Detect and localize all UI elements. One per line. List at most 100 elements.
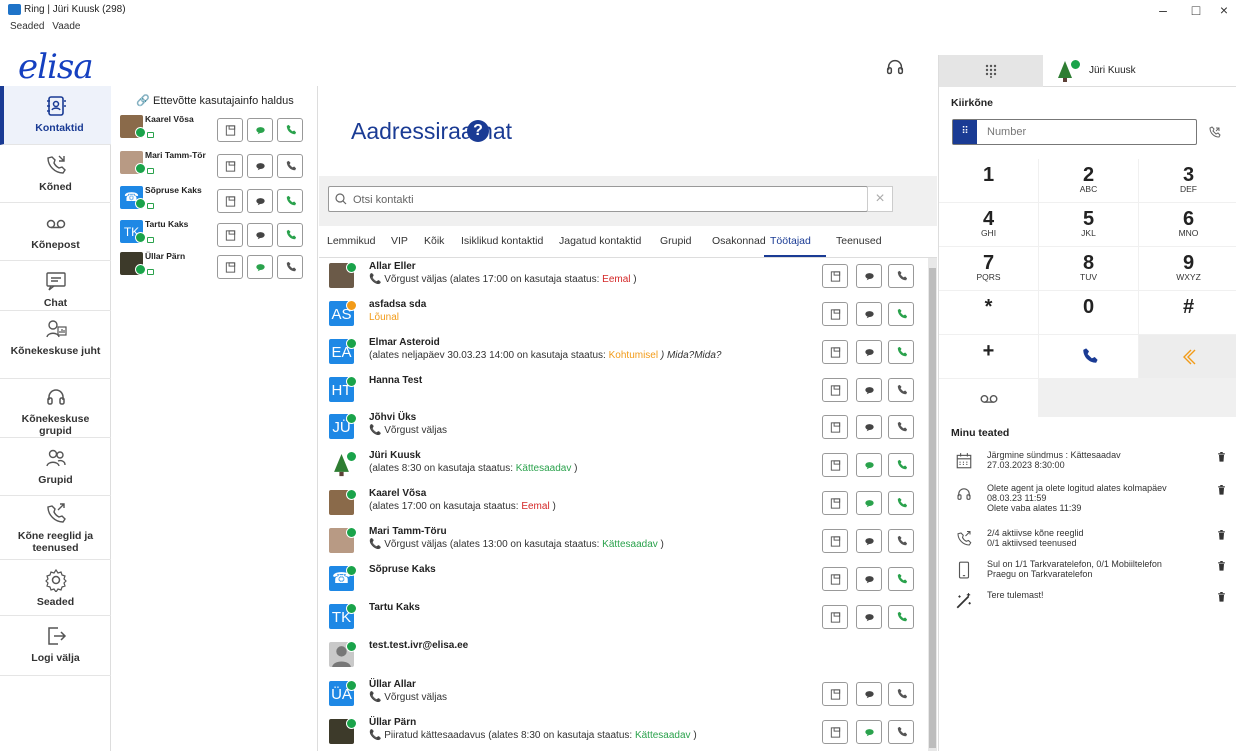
favorite-item[interactable]: Kaarel Võsa xyxy=(120,114,310,147)
call-button[interactable] xyxy=(277,154,303,178)
key-8[interactable]: 9 WXYZ xyxy=(1139,247,1236,290)
favorite-item[interactable]: Mari Tamm-Tör xyxy=(120,150,310,183)
contact-row[interactable]: ☎ Sõpruse Kaks xyxy=(319,561,929,598)
contact-row[interactable]: test.test.ivr@elisa.ee xyxy=(319,637,929,674)
trash-icon[interactable] xyxy=(1217,561,1226,571)
chat-button[interactable] xyxy=(856,453,882,477)
contact-row[interactable]: HT Hanna Test xyxy=(319,372,929,409)
clear-search-button[interactable]: × xyxy=(867,186,893,212)
favorite-item[interactable]: Üllar Pärn xyxy=(120,251,310,284)
favorite-item[interactable]: TK Tartu Kaks xyxy=(120,219,310,252)
chat-button[interactable] xyxy=(856,720,882,744)
scrollbar-thumb[interactable] xyxy=(929,268,936,748)
call-button[interactable] xyxy=(888,378,914,402)
key-3[interactable]: 4 GHI xyxy=(939,203,1038,246)
sidebar-item-3[interactable]: Chat xyxy=(0,261,111,311)
key-6[interactable]: 7 PQRS xyxy=(939,247,1038,290)
menu-settings[interactable]: Seaded xyxy=(10,21,44,32)
contact-row[interactable]: Üllar Pärn 📞 Piiratud kättesaadavus (ala… xyxy=(319,714,929,751)
device-button[interactable] xyxy=(822,453,848,477)
voicemail-button[interactable] xyxy=(939,379,1038,417)
chat-button[interactable] xyxy=(247,189,273,213)
tab-2[interactable]: Kõik xyxy=(424,235,444,247)
contact-row[interactable]: TK Tartu Kaks xyxy=(319,599,929,636)
device-button[interactable] xyxy=(822,264,848,288)
call-button[interactable] xyxy=(888,491,914,515)
chat-button[interactable] xyxy=(856,340,882,364)
chat-button[interactable] xyxy=(247,118,273,142)
chat-button[interactable] xyxy=(856,415,882,439)
call-button[interactable] xyxy=(277,189,303,213)
call-button[interactable] xyxy=(888,567,914,591)
tab-3[interactable]: Isiklikud kontaktid xyxy=(461,235,543,247)
help-icon[interactable]: ? xyxy=(467,120,489,142)
call-button[interactable] xyxy=(888,340,914,364)
tab-6[interactable]: Osakonnad xyxy=(712,235,766,247)
chat-button[interactable] xyxy=(856,302,882,326)
sidebar-item-7[interactable]: Kõne reeglid ja teenused xyxy=(0,496,111,560)
chat-button[interactable] xyxy=(856,491,882,515)
sidebar-item-2[interactable]: Kõnepost xyxy=(0,203,111,261)
device-button[interactable] xyxy=(822,302,848,326)
key-0[interactable]: 1 xyxy=(939,159,1038,202)
key-5[interactable]: 6 MNO xyxy=(1139,203,1236,246)
key-9[interactable]: * xyxy=(939,291,1038,334)
call-button[interactable] xyxy=(277,118,303,142)
backspace-button[interactable] xyxy=(1139,335,1236,378)
device-button[interactable] xyxy=(217,255,243,279)
sidebar-item-9[interactable]: Logi välja xyxy=(0,616,111,676)
key-10[interactable]: 0 xyxy=(1039,291,1138,334)
key-7[interactable]: 8 TUV xyxy=(1039,247,1138,290)
device-button[interactable] xyxy=(822,605,848,629)
contact-row[interactable]: Kaarel Võsa (alates 17:00 on kasutaja st… xyxy=(319,485,929,522)
tab-7[interactable]: Töötajad xyxy=(770,235,811,247)
chat-button[interactable] xyxy=(247,255,273,279)
minimize-button[interactable]: – xyxy=(1151,2,1175,18)
chat-button[interactable] xyxy=(856,605,882,629)
sidebar-item-4[interactable]: Kõnekeskuse juht xyxy=(0,311,111,379)
tab-4[interactable]: Jagatud kontaktid xyxy=(559,235,641,247)
call-forward-icon[interactable] xyxy=(1207,126,1221,140)
menu-view[interactable]: Vaade xyxy=(52,21,80,32)
device-button[interactable] xyxy=(217,154,243,178)
device-button[interactable] xyxy=(822,567,848,591)
device-button[interactable] xyxy=(822,415,848,439)
tab-1[interactable]: VIP xyxy=(391,235,408,247)
call-button[interactable] xyxy=(277,255,303,279)
call-button[interactable] xyxy=(888,453,914,477)
contact-row[interactable]: AS asfadsa sda Lõunal xyxy=(319,296,929,333)
trash-icon[interactable] xyxy=(1217,592,1226,602)
number-input[interactable]: ⠿ Number xyxy=(952,119,1197,145)
device-button[interactable] xyxy=(217,118,243,142)
call-button[interactable] xyxy=(888,264,914,288)
call-button[interactable] xyxy=(888,720,914,744)
call-button[interactable] xyxy=(888,415,914,439)
device-button[interactable] xyxy=(822,491,848,515)
contact-row[interactable]: Allar Eller 📞 Võrgust väljas (alates 17:… xyxy=(319,258,929,295)
maximize-button[interactable]: □ xyxy=(1184,2,1208,18)
sidebar-item-6[interactable]: Grupid xyxy=(0,438,111,496)
company-user-info-link[interactable]: 🔗 Ettevõtte kasutajainfo haldus xyxy=(112,94,318,107)
favorite-item[interactable]: ☎ Sõpruse Kaks xyxy=(120,185,310,218)
close-button[interactable]: × xyxy=(1212,2,1236,18)
chat-button[interactable] xyxy=(247,154,273,178)
tab-user[interactable]: Jüri Kuusk xyxy=(1051,55,1231,87)
device-button[interactable] xyxy=(822,340,848,364)
device-button[interactable] xyxy=(822,378,848,402)
contact-row[interactable]: JÜ Jõhvi Üks 📞 Võrgust väljas xyxy=(319,409,929,446)
headset-icon[interactable] xyxy=(884,56,906,78)
sidebar-item-1[interactable]: Kõned xyxy=(0,145,111,203)
key-11[interactable]: # xyxy=(1139,291,1236,334)
chat-button[interactable] xyxy=(247,223,273,247)
tab-8[interactable]: Teenused xyxy=(836,235,882,247)
sidebar-item-8[interactable]: Seaded xyxy=(0,560,111,616)
trash-icon[interactable] xyxy=(1217,530,1226,540)
tab-dialpad[interactable] xyxy=(939,55,1043,87)
chat-button[interactable] xyxy=(856,567,882,591)
key-2[interactable]: 3 DEF xyxy=(1139,159,1236,202)
device-button[interactable] xyxy=(217,223,243,247)
key-1[interactable]: 2 ABC xyxy=(1039,159,1138,202)
device-button[interactable] xyxy=(822,682,848,706)
contact-row[interactable]: Mari Tamm-Töru 📞 Võrgust väljas (alates … xyxy=(319,523,929,560)
sidebar-item-0[interactable]: Kontaktid xyxy=(0,86,111,145)
